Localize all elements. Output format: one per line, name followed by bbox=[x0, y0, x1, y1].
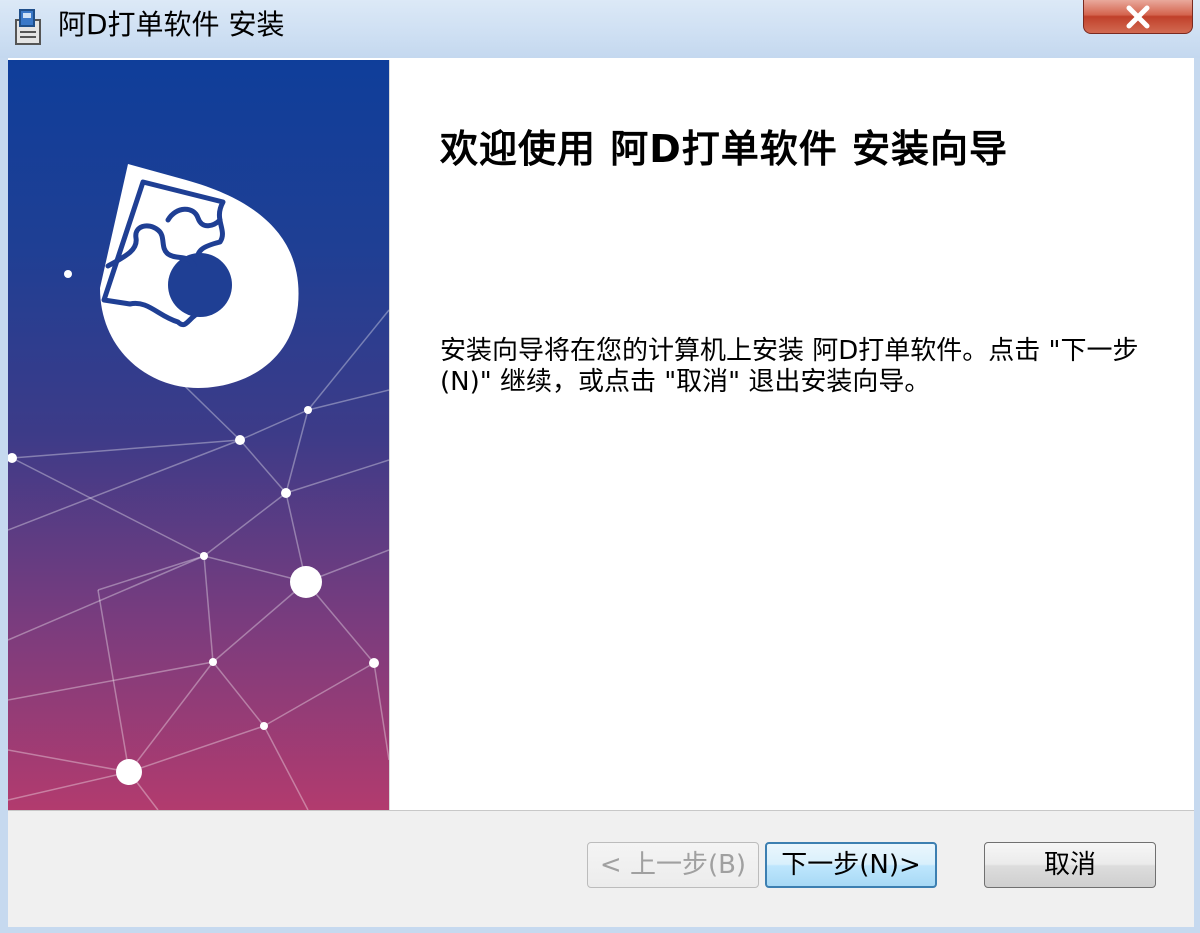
window-frame-right bbox=[1194, 58, 1200, 933]
back-button[interactable]: < 上一步(B) bbox=[587, 842, 759, 888]
installer-icon bbox=[8, 6, 48, 50]
close-icon bbox=[1126, 5, 1150, 29]
title-bar[interactable]: 阿D打单软件 安装 bbox=[0, 0, 1200, 58]
puzzle-logo-icon bbox=[100, 164, 299, 388]
close-button[interactable] bbox=[1083, 0, 1193, 34]
banner-divider bbox=[389, 60, 390, 810]
window-frame-left bbox=[0, 58, 8, 933]
wizard-heading: 欢迎使用 阿D打单软件 安装向导 bbox=[440, 127, 1009, 171]
window-title: 阿D打单软件 安装 bbox=[58, 8, 285, 41]
cancel-button[interactable]: 取消 bbox=[984, 842, 1156, 888]
window-frame-bottom bbox=[0, 927, 1200, 933]
wizard-description: 安装向导将在您的计算机上安装 阿D打单软件。点击 "下一步(N)" 继续，或点击… bbox=[440, 336, 1139, 397]
next-button[interactable]: 下一步(N)> bbox=[765, 842, 937, 888]
wizard-banner bbox=[8, 60, 389, 810]
